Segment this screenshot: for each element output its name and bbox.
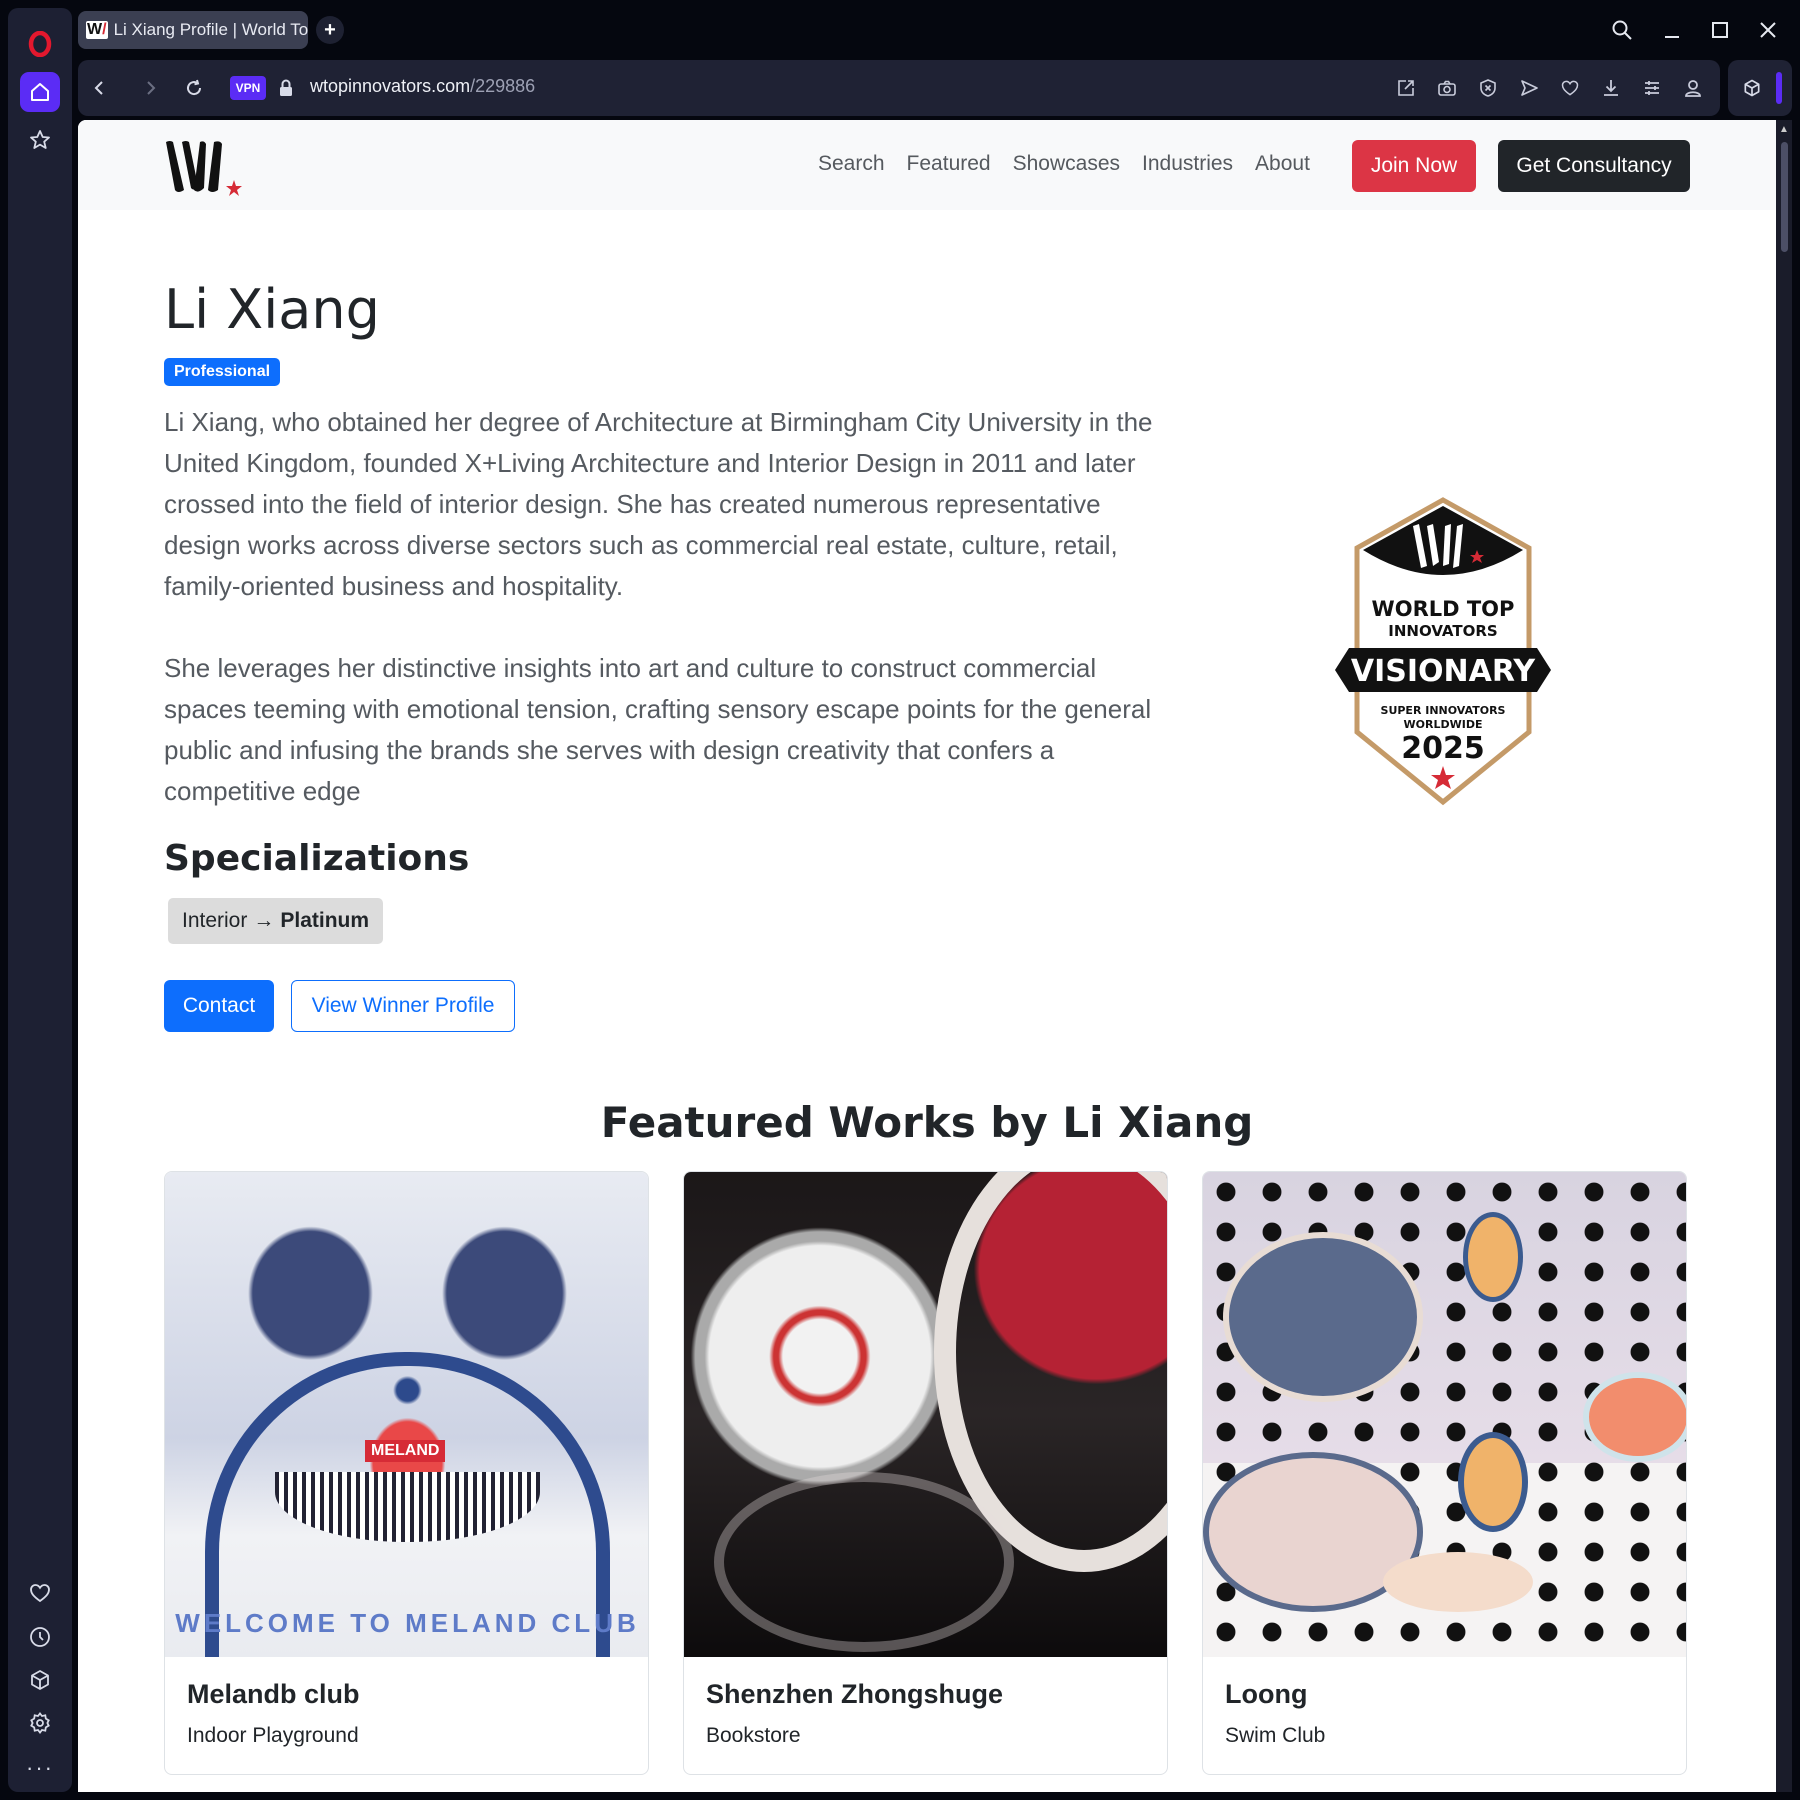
web-page: Search Featured Showcases Industries Abo…: [78, 120, 1776, 1792]
work-category: Indoor Playground: [187, 1724, 359, 1747]
badge-line2: INNOVATORS: [1388, 622, 1497, 640]
nav-link-showcases[interactable]: Showcases: [1013, 152, 1120, 176]
extensions-area: [1728, 60, 1792, 116]
work-card[interactable]: MELAND WELCOME TO MELAND CLUB Melandb cl…: [164, 1171, 649, 1775]
view-winner-profile-button[interactable]: View Winner Profile: [291, 980, 515, 1032]
send-icon[interactable]: [1515, 74, 1543, 102]
history-clock-icon[interactable]: [20, 1617, 60, 1657]
more-icon[interactable]: ···: [20, 1748, 60, 1788]
snapshot-edit-icon[interactable]: [1392, 74, 1420, 102]
image-egg-decor: [1463, 1212, 1523, 1302]
featured-works-grid: MELAND WELCOME TO MELAND CLUB Melandb cl…: [164, 1171, 1687, 1775]
work-category: Bookstore: [706, 1724, 801, 1747]
work-title[interactable]: Melandb club: [187, 1679, 648, 1710]
work-image-loong[interactable]: [1203, 1172, 1686, 1657]
arrow-icon: →: [253, 909, 275, 932]
work-image-melandb-club[interactable]: MELAND WELCOME TO MELAND CLUB: [165, 1172, 648, 1657]
page-scrollbar[interactable]: ▲: [1776, 120, 1792, 1792]
search-tabs-icon[interactable]: [1602, 12, 1642, 48]
easy-setup-sliders-icon[interactable]: [1638, 74, 1666, 102]
badge-ribbon: VISIONARY: [1351, 654, 1536, 689]
vpn-badge[interactable]: VPN: [230, 76, 266, 100]
image-egg-decor: [1583, 1372, 1686, 1462]
get-consultancy-button[interactable]: Get Consultancy: [1498, 140, 1690, 192]
image-reflection-decor: [714, 1472, 1014, 1652]
scroll-up-icon[interactable]: ▲: [1779, 124, 1789, 135]
url-path: /229886: [470, 76, 536, 96]
opera-logo-icon[interactable]: [20, 24, 60, 64]
work-title[interactable]: Loong: [1225, 1679, 1686, 1710]
home-icon[interactable]: [20, 72, 60, 112]
work-card[interactable]: Loong Swim Club: [1202, 1171, 1687, 1775]
camera-icon[interactable]: [1433, 74, 1461, 102]
profile-name: Li Xiang: [164, 278, 380, 341]
work-title[interactable]: Shenzhen Zhongshuge: [706, 1679, 1167, 1710]
image-sign-text: MELAND: [365, 1440, 446, 1462]
url-field[interactable]: wtopinnovators.com/229886: [310, 76, 535, 97]
nav-link-search[interactable]: Search: [818, 152, 885, 176]
work-category: Swim Club: [1225, 1724, 1326, 1747]
award-badge: WORLD TOP INNOVATORS VISIONARY SUPER INN…: [1331, 496, 1555, 806]
work-image-shenzhen-zhongshuge[interactable]: [684, 1172, 1167, 1657]
new-tab-button[interactable]: +: [316, 16, 344, 44]
download-icon[interactable]: [1597, 74, 1625, 102]
nav-link-about[interactable]: About: [1255, 152, 1310, 176]
ad-blocker-shield-icon[interactable]: [1474, 74, 1502, 102]
badge-year: 2025: [1401, 731, 1485, 766]
bookmark-heart-icon[interactable]: [1556, 74, 1584, 102]
profile-bio: Li Xiang, who obtained her degree of Arc…: [164, 402, 1174, 812]
specialization-level: Platinum: [280, 909, 370, 932]
back-icon[interactable]: [82, 70, 118, 106]
site-logo[interactable]: [164, 138, 244, 198]
extensions-cube-icon[interactable]: [1738, 74, 1766, 102]
nav-link-featured[interactable]: Featured: [907, 152, 991, 176]
badge-line3: SUPER INNOVATORS: [1381, 704, 1506, 717]
profile-icon[interactable]: [1679, 74, 1707, 102]
level-badge: Professional: [164, 358, 281, 386]
scrollbar-thumb[interactable]: [1781, 142, 1788, 252]
close-window-icon[interactable]: [1748, 12, 1788, 48]
browser-tab-active[interactable]: W/ Li Xiang Profile | World Top Innovato…: [78, 11, 308, 49]
badge-line4: WORLDWIDE: [1404, 718, 1483, 731]
contact-button[interactable]: Contact: [164, 980, 274, 1032]
minimize-icon[interactable]: [1652, 12, 1692, 48]
lock-icon[interactable]: [274, 76, 298, 100]
address-bar: VPN wtopinnovators.com/229886: [78, 60, 1720, 116]
specialization-chip: Interior → Platinum: [168, 898, 384, 944]
settings-gear-icon[interactable]: [20, 1703, 60, 1743]
specialization-field: Interior: [182, 909, 248, 932]
image-egg-decor: [1223, 1232, 1423, 1402]
site-navbar: Search Featured Showcases Industries Abo…: [78, 120, 1776, 210]
featured-works-heading: Featured Works by Li Xiang: [600, 1098, 1254, 1147]
image-egg-decor: [1458, 1432, 1528, 1532]
reload-icon[interactable]: [176, 70, 212, 106]
image-floor-text: WELCOME TO MELAND CLUB: [175, 1608, 640, 1638]
star-icon[interactable]: [20, 120, 60, 160]
main-nav-links: Search Featured Showcases Industries Abo…: [818, 152, 1310, 176]
join-now-button[interactable]: Join Now: [1352, 140, 1476, 192]
image-egg-decor: [1383, 1552, 1533, 1612]
bio-paragraph: Li Xiang, who obtained her degree of Arc…: [164, 407, 1153, 601]
nav-link-industries[interactable]: Industries: [1142, 152, 1233, 176]
specializations-heading: Specializations: [164, 838, 470, 879]
work-card[interactable]: Shenzhen Zhongshuge Bookstore: [683, 1171, 1168, 1775]
badge-line1: WORLD TOP: [1372, 597, 1515, 621]
sidebar-toggle-indicator[interactable]: [1776, 72, 1782, 104]
browser-sidebar: ···: [8, 8, 72, 1792]
tab-title: Li Xiang Profile | World Top Innovators: [113, 20, 308, 39]
maximize-icon[interactable]: [1700, 12, 1740, 48]
site-favicon-icon: W/: [86, 21, 108, 39]
forward-icon[interactable]: [132, 70, 168, 106]
url-domain: wtopinnovators.com: [310, 76, 471, 96]
heart-icon[interactable]: [20, 1573, 60, 1613]
cube-icon[interactable]: [20, 1660, 60, 1700]
bio-paragraph: She leverages her distinctive insights i…: [164, 653, 1152, 806]
browser-window: ··· W/ Li Xiang Profile | World Top Inno…: [0, 0, 1800, 1800]
